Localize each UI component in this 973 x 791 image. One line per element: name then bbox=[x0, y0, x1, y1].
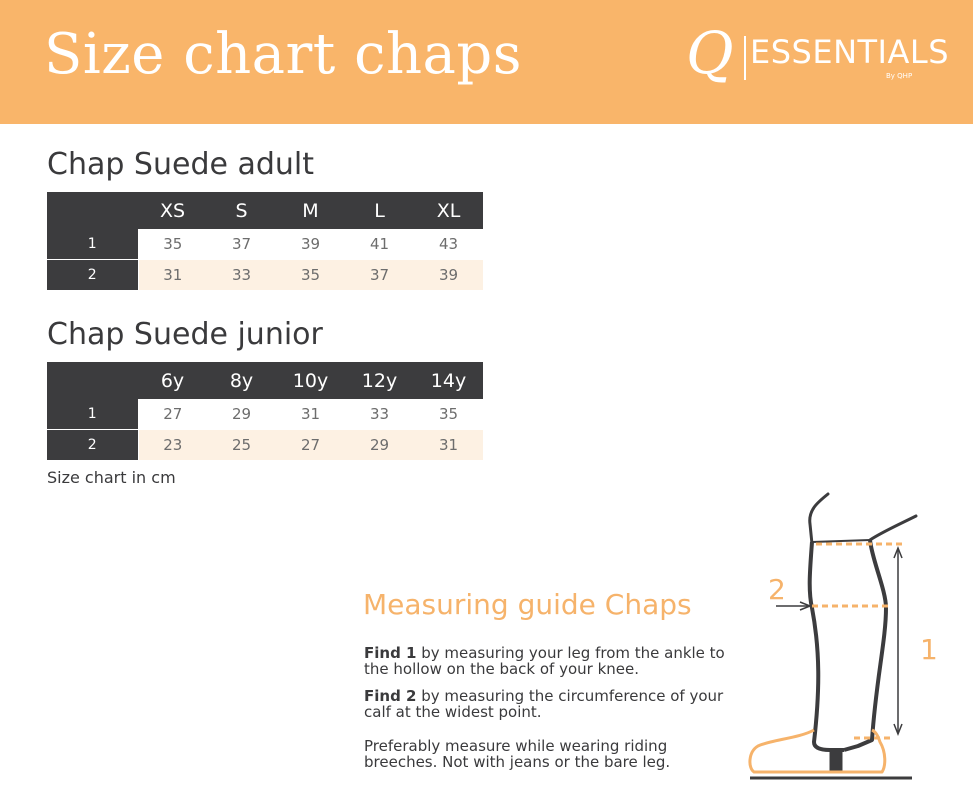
logo-wordmark: ESSENTIALS bbox=[750, 33, 950, 71]
table-cell: 41 bbox=[345, 229, 414, 260]
boot-outline bbox=[748, 728, 887, 774]
table-cell: 29 bbox=[207, 399, 276, 430]
guide-find-2: Find 2 by measuring the circumference of… bbox=[364, 688, 744, 720]
table-cell: 33 bbox=[345, 399, 414, 430]
find-1-text: by measuring your leg from the ankle to … bbox=[364, 644, 725, 678]
measure-label-1: 1 bbox=[920, 633, 938, 666]
row-label: 1 bbox=[47, 399, 139, 430]
table-cell: 31 bbox=[138, 259, 207, 290]
size-header: S bbox=[207, 192, 276, 229]
table-cell: 39 bbox=[276, 229, 345, 260]
junior-section-title: Chap Suede junior bbox=[47, 317, 323, 352]
table-corner bbox=[47, 362, 138, 399]
table-cell: 37 bbox=[207, 229, 276, 260]
table-row: 1 35 37 39 41 43 bbox=[47, 229, 483, 260]
row-label: 1 bbox=[47, 229, 139, 260]
table-cell: 43 bbox=[414, 229, 483, 260]
table-cell: 35 bbox=[276, 259, 345, 290]
units-note: Size chart in cm bbox=[47, 468, 176, 487]
chap-back-outline bbox=[843, 539, 888, 752]
table-header-row: XS S M L XL bbox=[47, 192, 483, 229]
chap-measurement-diagram bbox=[748, 492, 918, 780]
size-header: XL bbox=[414, 192, 483, 229]
table-cell: 31 bbox=[276, 399, 345, 430]
logo-divider bbox=[744, 36, 746, 80]
table-cell: 39 bbox=[414, 259, 483, 290]
size-header: XS bbox=[138, 192, 207, 229]
table-cell: 37 bbox=[345, 259, 414, 290]
table-row: 2 31 33 35 37 39 bbox=[47, 259, 483, 290]
size-header: 12y bbox=[345, 362, 414, 399]
guide-find-1: Find 1 by measuring your leg from the an… bbox=[364, 645, 744, 677]
logo-subtext: By QHP bbox=[886, 72, 913, 80]
table-cell: 31 bbox=[414, 429, 483, 460]
table-cell: 29 bbox=[345, 429, 414, 460]
chap-front-outline bbox=[807, 541, 844, 752]
size-header: L bbox=[345, 192, 414, 229]
measure-label-2: 2 bbox=[768, 573, 786, 606]
table-cell: 33 bbox=[207, 259, 276, 290]
row-label: 2 bbox=[47, 259, 139, 290]
adult-section-title: Chap Suede adult bbox=[47, 147, 315, 182]
guide-note: Preferably measure while wearing riding … bbox=[364, 737, 671, 771]
size-header: 10y bbox=[276, 362, 345, 399]
size-header: 14y bbox=[414, 362, 483, 399]
find-2-text: by measuring the circumference of your c… bbox=[364, 687, 724, 721]
table-cell: 27 bbox=[276, 429, 345, 460]
page-title: Size chart chaps bbox=[44, 22, 523, 87]
row-label: 2 bbox=[47, 429, 139, 460]
header-banner: Size chart chaps Q ESSENTIALS By QHP bbox=[0, 0, 973, 124]
size-header: 6y bbox=[138, 362, 207, 399]
table-corner bbox=[47, 192, 138, 229]
table-row: 2 23 25 27 29 31 bbox=[47, 429, 483, 460]
size-header: 8y bbox=[207, 362, 276, 399]
table-cell: 25 bbox=[207, 429, 276, 460]
guide-title: Measuring guide Chaps bbox=[363, 588, 692, 621]
adult-size-table: XS S M L XL 1 35 37 39 41 43 2 31 33 35 … bbox=[47, 192, 483, 290]
table-cell: 27 bbox=[138, 399, 207, 430]
table-row: 1 27 29 31 33 35 bbox=[47, 399, 483, 430]
table-cell: 23 bbox=[138, 429, 207, 460]
table-cell: 35 bbox=[138, 229, 207, 260]
logo-q-mark: Q bbox=[686, 19, 734, 87]
table-header-row: 6y 8y 10y 12y 14y bbox=[47, 362, 483, 399]
junior-size-table: 6y 8y 10y 12y 14y 1 27 29 31 33 35 2 23 … bbox=[47, 362, 483, 460]
table-cell: 35 bbox=[414, 399, 483, 430]
brand-logo: Q ESSENTIALS By QHP bbox=[686, 24, 949, 90]
size-header: M bbox=[276, 192, 345, 229]
